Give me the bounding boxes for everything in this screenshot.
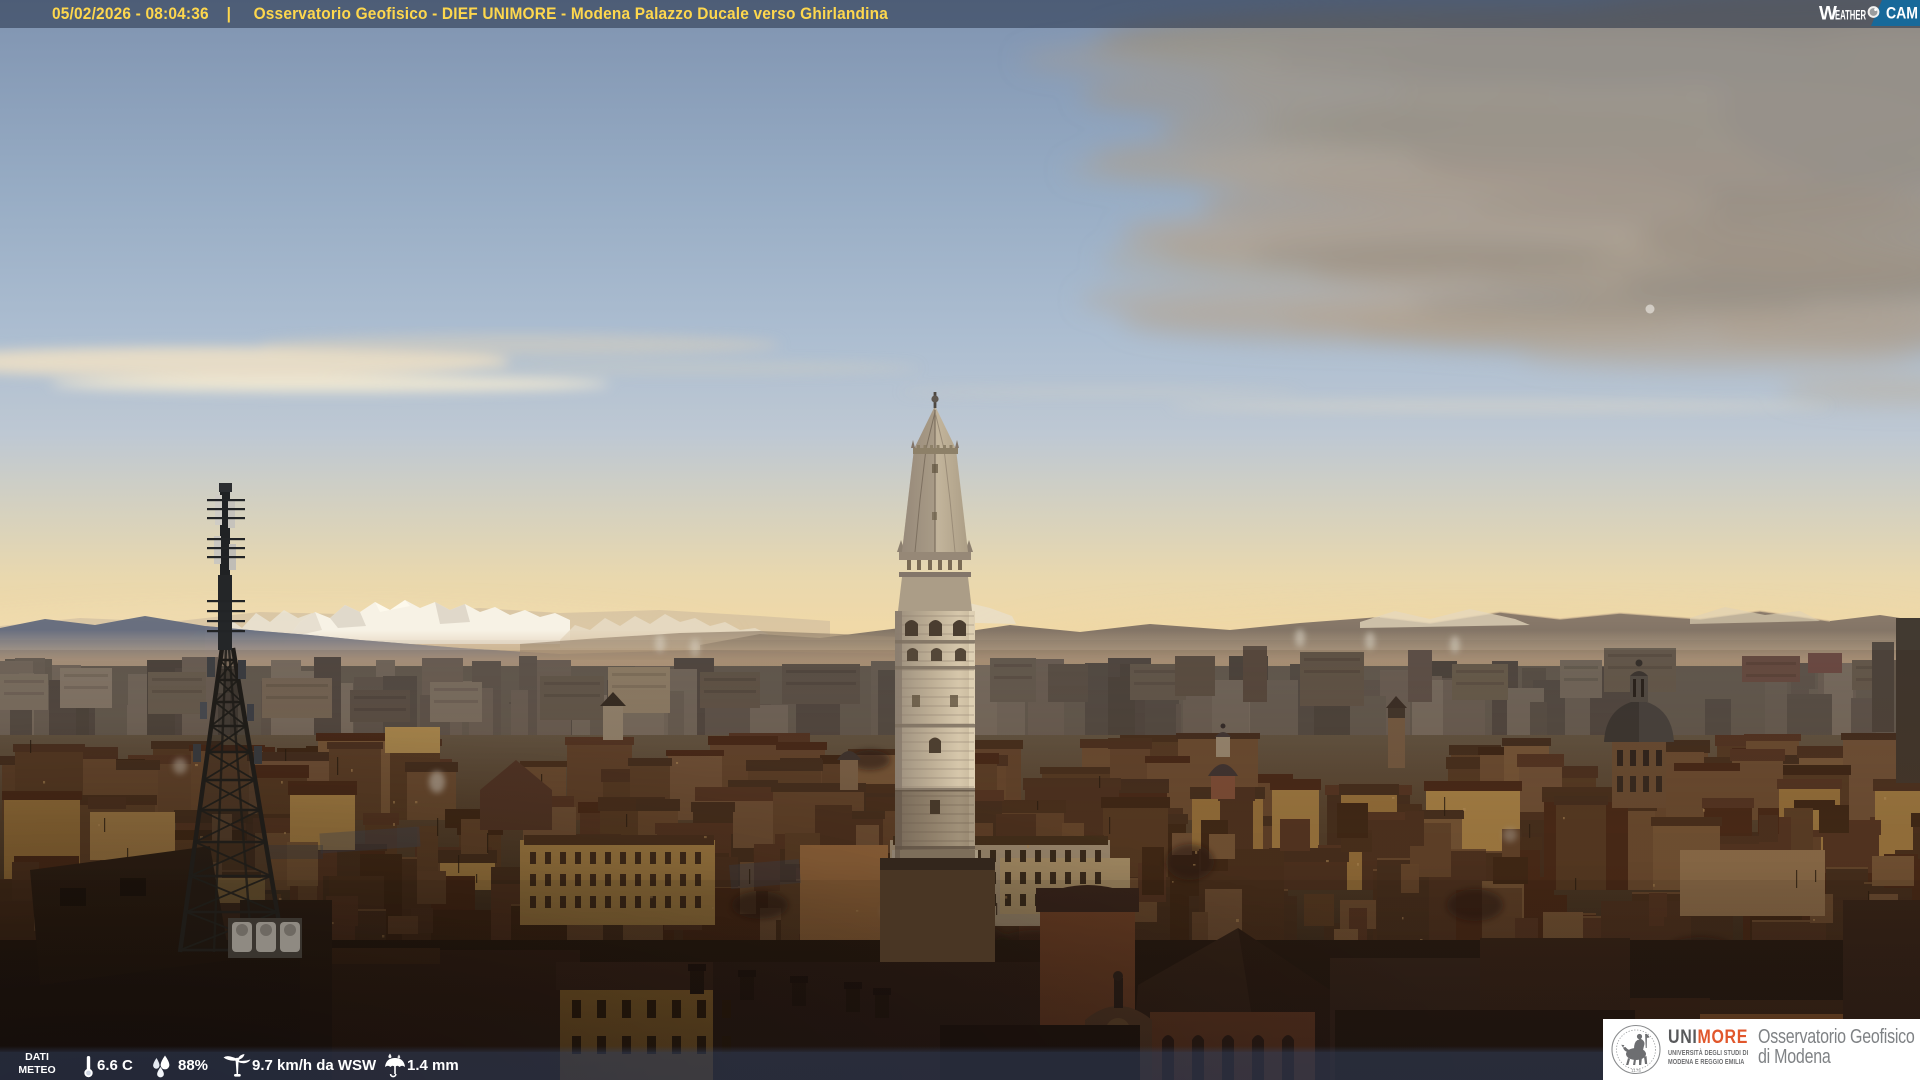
svg-text:EATHER: EATHER xyxy=(1835,8,1866,23)
svg-text:1175: 1175 xyxy=(1631,1068,1641,1073)
svg-text:CAM: CAM xyxy=(1886,4,1918,23)
